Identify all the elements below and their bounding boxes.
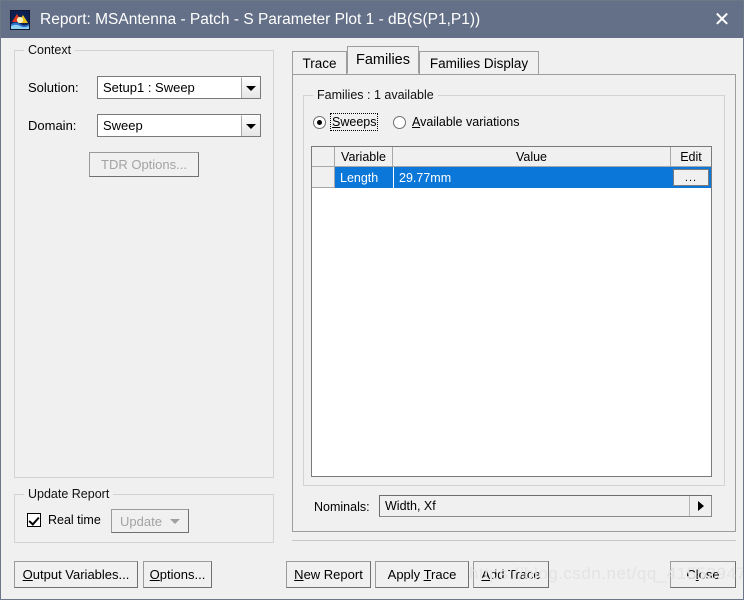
tab-trace[interactable]: Trace <box>292 51 347 75</box>
check-icon <box>27 513 41 527</box>
update-report-group-title: Update Report <box>24 487 114 501</box>
update-button[interactable]: Update <box>111 509 189 533</box>
chevron-down-icon <box>169 518 180 524</box>
tab-families[interactable]: Families <box>347 46 419 74</box>
realtime-checkbox[interactable]: Real time <box>27 513 101 527</box>
report-dialog: Report: MSAntenna - Patch - S Parameter … <box>0 0 744 600</box>
window-title: Report: MSAntenna - Patch - S Parameter … <box>40 10 481 28</box>
title-bar: Report: MSAntenna - Patch - S Parameter … <box>1 1 743 38</box>
nominals-field[interactable]: Width, Xf <box>379 495 712 517</box>
radio-sweeps-label: Sweeps <box>329 113 379 131</box>
cell-variable[interactable]: Length <box>335 167 393 188</box>
output-variables-button[interactable]: Output Variables... <box>14 561 138 588</box>
realtime-label: Real time <box>48 513 101 527</box>
nominals-label: Nominals: <box>314 500 370 514</box>
families-group-title: Families : 1 available <box>313 88 438 102</box>
tab-families-display-label: Families Display <box>429 56 529 71</box>
row-selector[interactable] <box>312 167 335 188</box>
cell-edit: ... <box>671 167 711 188</box>
solution-combo-value: Setup1 : Sweep <box>103 80 195 95</box>
radio-available-variations[interactable]: Available variations <box>393 115 519 129</box>
chevron-down-icon[interactable] <box>241 115 260 136</box>
add-trace-button[interactable]: Add Trace <box>473 561 549 588</box>
tab-families-display[interactable]: Families Display <box>419 51 539 75</box>
new-report-button[interactable]: New Report <box>286 561 371 588</box>
domain-combo-value: Sweep <box>103 118 143 133</box>
output-variables-label: Output Variables... <box>22 567 130 582</box>
radio-sweeps[interactable]: Sweeps <box>313 113 379 131</box>
add-trace-label: Add Trace <box>481 567 541 582</box>
options-label: Options... <box>149 567 206 582</box>
update-button-label: Update <box>120 513 162 529</box>
domain-combo[interactable]: Sweep <box>97 114 261 137</box>
options-button[interactable]: Options... <box>143 561 212 588</box>
cell-value[interactable]: 29.77mm <box>393 167 671 188</box>
radio-on-icon <box>313 115 326 129</box>
grid-header-row: Variable Value Edit <box>312 147 711 167</box>
nominals-value: Width, Xf <box>385 499 436 513</box>
tab-families-label: Families <box>356 52 410 68</box>
apply-trace-label: Apply Trace <box>387 567 457 582</box>
grid-header-edit[interactable]: Edit <box>671 147 711 167</box>
table-row[interactable]: Length 29.77mm ... <box>312 167 711 188</box>
radio-available-variations-label: Available variations <box>412 115 520 129</box>
close-button[interactable]: Close <box>670 561 736 588</box>
apply-trace-button[interactable]: Apply Trace <box>375 561 469 588</box>
domain-label: Domain: <box>28 118 77 133</box>
grid-header-value[interactable]: Value <box>393 147 671 167</box>
solution-label: Solution: <box>28 80 79 95</box>
chevron-right-icon[interactable] <box>689 496 711 516</box>
close-button-label: Close <box>686 567 720 582</box>
divider <box>292 540 736 541</box>
context-group-title: Context <box>24 43 76 57</box>
radio-off-icon <box>393 115 406 129</box>
tab-trace-label: Trace <box>302 56 337 71</box>
tdr-options-button[interactable]: TDR Options... <box>89 152 199 177</box>
chevron-down-icon[interactable] <box>241 77 260 98</box>
solution-combo[interactable]: Setup1 : Sweep <box>97 76 261 99</box>
tab-strip: Trace Families Families Display <box>292 46 736 75</box>
close-icon[interactable]: ✕ <box>699 1 743 38</box>
grid-header-variable[interactable]: Variable <box>335 147 393 167</box>
families-grid[interactable]: Variable Value Edit Length 29.77mm ... <box>311 146 712 477</box>
edit-ellipsis-button[interactable]: ... <box>673 169 709 186</box>
new-report-label: New Report <box>294 567 363 582</box>
grid-header-corner <box>312 147 335 167</box>
application-icon <box>10 9 30 30</box>
hfss-report-icon-svg <box>11 10 29 29</box>
